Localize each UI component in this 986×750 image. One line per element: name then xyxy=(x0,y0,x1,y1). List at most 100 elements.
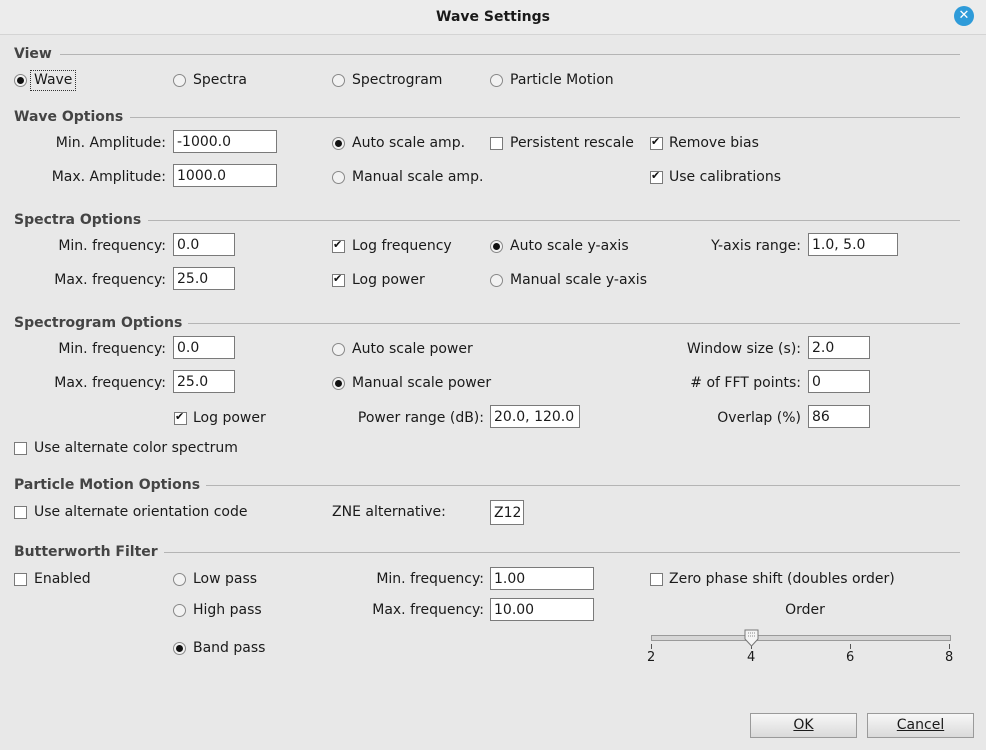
spectra-max-frequency-label: Max. frequency: xyxy=(54,272,166,288)
view-wave-radio[interactable] xyxy=(14,74,27,87)
ok-button[interactable]: OK xyxy=(750,713,857,738)
filter-min-frequency-label: Min. frequency: xyxy=(376,571,484,587)
view-spectrogram-radio[interactable] xyxy=(332,74,345,87)
close-icon[interactable]: ✕ xyxy=(954,6,974,26)
yaxis-range-label: Y-axis range: xyxy=(711,238,801,254)
use-calibrations-checkbox[interactable] xyxy=(650,169,663,184)
filter-max-frequency-field[interactable]: 10.00 xyxy=(490,598,594,621)
order-slider-track[interactable] xyxy=(651,635,951,641)
overlap-field[interactable]: 86 xyxy=(808,405,870,428)
spectra-auto-scale-label[interactable]: Auto scale y-axis xyxy=(510,238,629,254)
overlap-label: Overlap (%) xyxy=(717,410,801,426)
spectra-manual-scale-radio[interactable] xyxy=(490,274,503,287)
title-bar: Wave Settings ✕ xyxy=(0,0,986,35)
yaxis-range-field[interactable]: 1.0, 5.0 xyxy=(808,233,898,256)
band-pass-radio[interactable] xyxy=(173,642,186,655)
window-title: Wave Settings xyxy=(436,9,550,25)
order-label: Order xyxy=(785,602,825,618)
filter-max-frequency-label: Max. frequency: xyxy=(372,602,484,618)
view-spectra-label[interactable]: Spectra xyxy=(193,72,247,88)
min-amplitude-field[interactable]: -1000.0 xyxy=(173,130,277,153)
particle-motion-options-header: Particle Motion Options xyxy=(14,477,201,493)
view-wave-label[interactable]: Wave xyxy=(34,72,72,88)
zne-alternative-field[interactable]: Z12 xyxy=(490,500,524,525)
manual-scale-power-label[interactable]: Manual scale power xyxy=(352,375,491,391)
spectra-min-frequency-label: Min. frequency: xyxy=(58,238,166,254)
spectrogram-max-frequency-field[interactable]: 25.0 xyxy=(173,370,235,393)
spectrogram-options-header: Spectrogram Options xyxy=(14,315,183,331)
low-pass-label[interactable]: Low pass xyxy=(193,571,257,587)
spectrogram-options-separator xyxy=(188,323,960,324)
auto-scale-power-label[interactable]: Auto scale power xyxy=(352,341,473,357)
order-tick xyxy=(651,644,652,649)
order-slider-thumb[interactable] xyxy=(744,629,759,647)
wave-auto-scale-label[interactable]: Auto scale amp. xyxy=(352,135,465,151)
manual-scale-power-radio[interactable] xyxy=(332,377,345,390)
alternate-color-label[interactable]: Use alternate color spectrum xyxy=(34,440,238,456)
spectra-manual-scale-label[interactable]: Manual scale y-axis xyxy=(510,272,647,288)
order-tick-label: 8 xyxy=(945,650,954,665)
zero-phase-label[interactable]: Zero phase shift (doubles order) xyxy=(669,571,895,587)
cancel-button[interactable]: Cancel xyxy=(867,713,974,738)
fft-points-label: # of FFT points: xyxy=(690,375,801,391)
filter-enabled-label[interactable]: Enabled xyxy=(34,571,91,587)
spectra-log-power-checkbox[interactable] xyxy=(332,272,345,287)
remove-bias-label[interactable]: Remove bias xyxy=(669,135,759,151)
band-pass-label[interactable]: Band pass xyxy=(193,640,265,656)
alternate-orientation-checkbox[interactable] xyxy=(14,506,27,519)
spectrogram-log-power-label[interactable]: Log power xyxy=(193,410,266,426)
alternate-orientation-label[interactable]: Use alternate orientation code xyxy=(34,504,248,520)
window-size-label: Window size (s): xyxy=(686,341,801,357)
wave-options-separator xyxy=(130,117,960,118)
use-calibrations-label[interactable]: Use calibrations xyxy=(669,169,781,185)
spectra-auto-scale-radio[interactable] xyxy=(490,240,503,253)
spectra-max-frequency-field[interactable]: 25.0 xyxy=(173,267,235,290)
wave-manual-scale-radio[interactable] xyxy=(332,171,345,184)
persistent-rescale-checkbox[interactable] xyxy=(490,137,503,150)
order-tick-label: 2 xyxy=(647,650,656,665)
power-range-label: Power range (dB): xyxy=(357,410,484,426)
alternate-color-checkbox[interactable] xyxy=(14,442,27,455)
view-header: View xyxy=(14,46,52,62)
log-frequency-checkbox[interactable] xyxy=(332,238,345,253)
wave-auto-scale-radio[interactable] xyxy=(332,137,345,150)
low-pass-radio[interactable] xyxy=(173,573,186,586)
max-amplitude-field[interactable]: 1000.0 xyxy=(173,164,277,187)
wave-options-header: Wave Options xyxy=(14,109,124,125)
window-size-field[interactable]: 2.0 xyxy=(808,336,870,359)
spectrogram-min-frequency-field[interactable]: 0.0 xyxy=(173,336,235,359)
persistent-rescale-label[interactable]: Persistent rescale xyxy=(510,135,634,151)
wave-manual-scale-label[interactable]: Manual scale amp. xyxy=(352,169,483,185)
order-tick xyxy=(949,644,950,649)
fft-points-field[interactable]: 0 xyxy=(808,370,870,393)
view-particle-motion-radio[interactable] xyxy=(490,74,503,87)
spectrogram-log-power-checkbox[interactable] xyxy=(174,410,187,425)
view-particle-motion-label[interactable]: Particle Motion xyxy=(510,72,614,88)
remove-bias-checkbox[interactable] xyxy=(650,135,663,150)
view-spectrogram-label[interactable]: Spectrogram xyxy=(352,72,442,88)
butterworth-filter-header: Butterworth Filter xyxy=(14,544,158,560)
spectra-min-frequency-field[interactable]: 0.0 xyxy=(173,233,235,256)
filter-min-frequency-field[interactable]: 1.00 xyxy=(490,567,594,590)
spectrogram-min-frequency-label: Min. frequency: xyxy=(58,341,166,357)
order-tick xyxy=(850,644,851,649)
max-amplitude-label: Max. Amplitude: xyxy=(51,169,166,185)
log-frequency-label[interactable]: Log frequency xyxy=(352,238,452,254)
spectrogram-max-frequency-label: Max. frequency: xyxy=(54,375,166,391)
power-range-field[interactable]: 20.0, 120.0 xyxy=(490,405,580,428)
zero-phase-checkbox[interactable] xyxy=(650,573,663,586)
high-pass-radio[interactable] xyxy=(173,604,186,617)
zne-alternative-label: ZNE alternative: xyxy=(332,504,446,520)
high-pass-label[interactable]: High pass xyxy=(193,602,262,618)
order-tick-label: 6 xyxy=(846,650,855,665)
particle-motion-separator xyxy=(206,485,960,486)
spectra-options-header: Spectra Options xyxy=(14,212,142,228)
filter-enabled-checkbox[interactable] xyxy=(14,573,27,586)
view-spectra-radio[interactable] xyxy=(173,74,186,87)
min-amplitude-label: Min. Amplitude: xyxy=(55,135,166,151)
butterworth-separator xyxy=(164,552,960,553)
auto-scale-power-radio[interactable] xyxy=(332,343,345,356)
view-separator xyxy=(60,54,960,55)
spectra-log-power-label[interactable]: Log power xyxy=(352,272,425,288)
order-tick-label: 4 xyxy=(747,650,756,665)
